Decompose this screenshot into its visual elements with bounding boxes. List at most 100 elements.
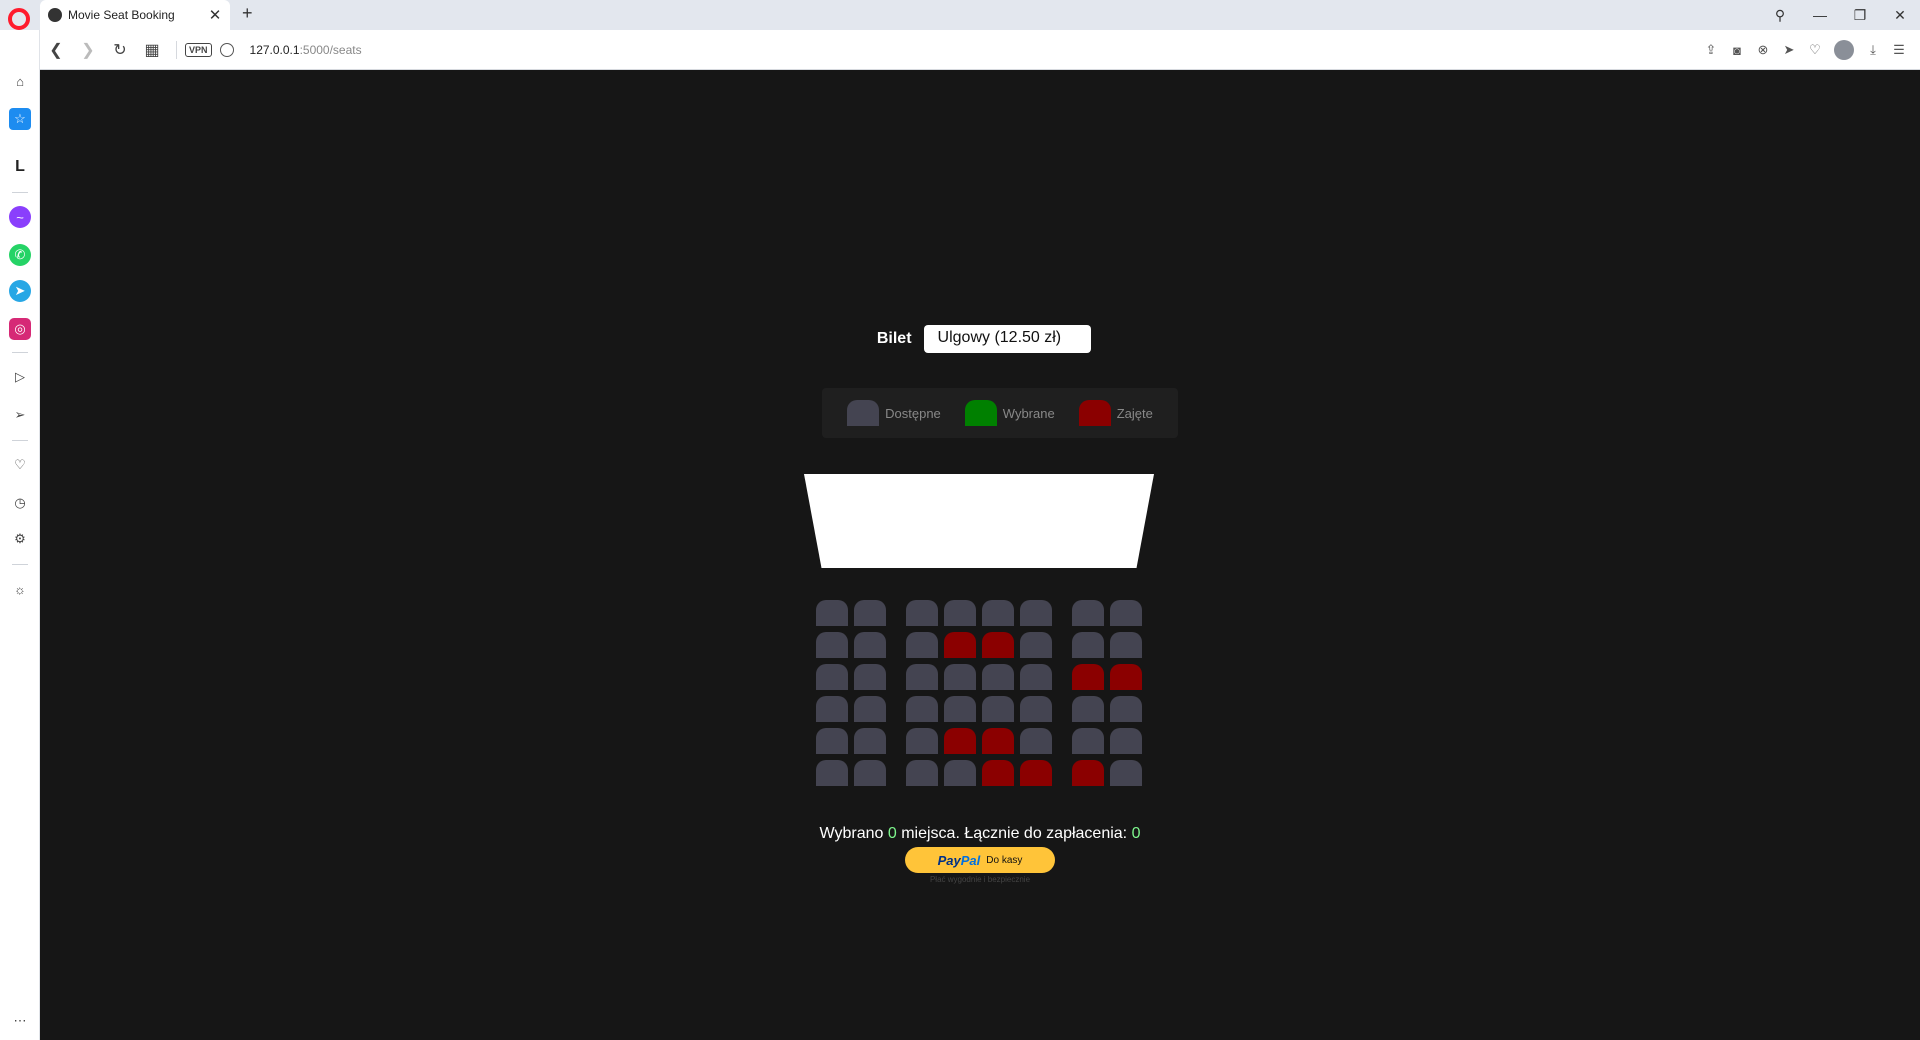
- download-icon[interactable]: ⤓: [1860, 42, 1886, 58]
- l-icon[interactable]: L: [9, 156, 31, 178]
- ticket-selector-row: Bilet Ulgowy (12.50 zł): [40, 325, 1920, 353]
- paypal-checkout-button[interactable]: PayPal Do kasy: [905, 847, 1055, 873]
- seat-available[interactable]: [1020, 600, 1052, 626]
- whatsapp-icon[interactable]: ✆: [9, 244, 31, 266]
- seat-available[interactable]: [944, 696, 976, 722]
- seat-available[interactable]: [854, 760, 886, 786]
- paypal-cta: Do kasy: [986, 854, 1023, 866]
- seat-available[interactable]: [1110, 760, 1142, 786]
- history-icon[interactable]: ◷: [9, 492, 31, 514]
- divider: [176, 40, 177, 59]
- lightbulb-icon[interactable]: ☼: [9, 578, 31, 600]
- seat-available[interactable]: [1020, 728, 1052, 754]
- seat-available[interactable]: [1110, 728, 1142, 754]
- site-info-icon[interactable]: [219, 42, 234, 57]
- seat-available[interactable]: [944, 760, 976, 786]
- seat-available[interactable]: [816, 632, 848, 658]
- seat-available[interactable]: [982, 600, 1014, 626]
- seat-occupied: [944, 632, 976, 658]
- minimize-button[interactable]: —: [1800, 7, 1840, 23]
- sidebar-divider: [12, 564, 28, 565]
- seat-available[interactable]: [816, 696, 848, 722]
- seat-available[interactable]: [1110, 632, 1142, 658]
- url-field[interactable]: 127.0.0.1:5000/seats: [250, 43, 362, 57]
- forward-icon[interactable]: ❯: [72, 40, 104, 60]
- url-host: 127.0.0.1: [249, 42, 300, 57]
- address-bar-actions: ⇪ ◙ ⊗ ➤ ♡ ⤓ ☰: [1698, 30, 1912, 70]
- seat-available[interactable]: [1110, 696, 1142, 722]
- seat-occupied: [944, 728, 976, 754]
- seat-available[interactable]: [816, 760, 848, 786]
- cinema-screen-wrap: [804, 474, 1154, 568]
- legend-selected-label: Wybrane: [1002, 405, 1055, 421]
- send-icon[interactable]: ➢: [9, 404, 31, 426]
- seat-available[interactable]: [906, 760, 938, 786]
- seat-available[interactable]: [816, 728, 848, 754]
- opera-sidebar: ⌂ ☆ L ~ ✆ ➤ ◎ ▷ ➢ ♡ ◷ ⚙ ☼ ⋯: [0, 30, 40, 1040]
- home-icon[interactable]: ⌂: [9, 70, 31, 92]
- close-window-button[interactable]: ✕: [1880, 7, 1920, 24]
- share-icon[interactable]: ⇪: [1698, 42, 1724, 58]
- seat-available[interactable]: [906, 728, 938, 754]
- search-tabs-icon[interactable]: ⚲: [1760, 7, 1800, 24]
- seat-available[interactable]: [1020, 664, 1052, 690]
- seat-available[interactable]: [1072, 696, 1104, 722]
- messenger-icon[interactable]: ~: [9, 206, 31, 228]
- profile-avatar-icon[interactable]: [1834, 40, 1854, 60]
- seat-available[interactable]: [906, 696, 938, 722]
- tab-movie-seat-booking[interactable]: Movie Seat Booking ✕: [40, 0, 230, 30]
- ticket-label: Bilet: [876, 330, 912, 347]
- seat-available[interactable]: [1072, 728, 1104, 754]
- seat-available[interactable]: [854, 600, 886, 626]
- tab-close-button[interactable]: ✕: [206, 8, 224, 23]
- paypal-logo: PayPal: [938, 853, 981, 868]
- seat-available[interactable]: [1072, 632, 1104, 658]
- vpn-badge[interactable]: VPN: [185, 42, 212, 57]
- back-icon[interactable]: ❮: [40, 40, 72, 60]
- telegram-icon[interactable]: ➤: [9, 280, 31, 302]
- seat-available[interactable]: [854, 632, 886, 658]
- opera-logo-icon[interactable]: [8, 8, 30, 30]
- available-seat-swatch: [847, 400, 880, 426]
- restore-button[interactable]: ❐: [1840, 7, 1880, 24]
- seat-available[interactable]: [854, 728, 886, 754]
- seat-available[interactable]: [854, 664, 886, 690]
- occupied-seat-swatch: [1078, 400, 1111, 426]
- selected-seat-swatch: [964, 400, 997, 426]
- seat-available[interactable]: [816, 600, 848, 626]
- seat-available[interactable]: [854, 696, 886, 722]
- seat-available[interactable]: [906, 632, 938, 658]
- paypal-logo-pay: Pay: [937, 852, 961, 868]
- seat-available[interactable]: [944, 664, 976, 690]
- seat-available[interactable]: [1020, 696, 1052, 722]
- instagram-icon[interactable]: ◎: [9, 318, 31, 340]
- seat-available[interactable]: [1072, 600, 1104, 626]
- more-icon[interactable]: ⋯: [9, 1010, 31, 1032]
- seat-available[interactable]: [906, 600, 938, 626]
- seat-available[interactable]: [982, 664, 1014, 690]
- seat-available[interactable]: [944, 600, 976, 626]
- easy-setup-icon[interactable]: ☰: [1886, 42, 1912, 58]
- globe-favicon-icon: [48, 8, 62, 22]
- booking-summary: Wybrano 0 miejsca. Łącznie do zapłacenia…: [40, 825, 1920, 843]
- ticket-select[interactable]: Ulgowy (12.50 zł): [923, 325, 1092, 353]
- browser-tab-bar: Movie Seat Booking ✕ + ⚲ — ❐ ✕: [0, 0, 1920, 30]
- seat-available[interactable]: [906, 664, 938, 690]
- reload-icon[interactable]: ↻: [104, 40, 136, 60]
- heart-icon[interactable]: ♡: [1802, 42, 1828, 58]
- heart-icon[interactable]: ♡: [9, 454, 31, 476]
- seat-available[interactable]: [816, 664, 848, 690]
- seat-available[interactable]: [982, 696, 1014, 722]
- adblock-icon[interactable]: ⊗: [1750, 42, 1776, 58]
- seat-occupied: [1072, 760, 1104, 786]
- seat-available[interactable]: [1020, 632, 1052, 658]
- star-icon[interactable]: ☆: [9, 108, 31, 130]
- player-icon[interactable]: ▷: [9, 366, 31, 388]
- tabs-grid-icon[interactable]: ▦: [136, 40, 168, 60]
- sidebar-divider: [12, 192, 28, 193]
- new-tab-button[interactable]: +: [242, 4, 253, 22]
- settings-icon[interactable]: ⚙: [9, 528, 31, 550]
- send-icon[interactable]: ➤: [1776, 42, 1802, 58]
- seat-available[interactable]: [1110, 600, 1142, 626]
- snapshot-icon[interactable]: ◙: [1724, 43, 1750, 58]
